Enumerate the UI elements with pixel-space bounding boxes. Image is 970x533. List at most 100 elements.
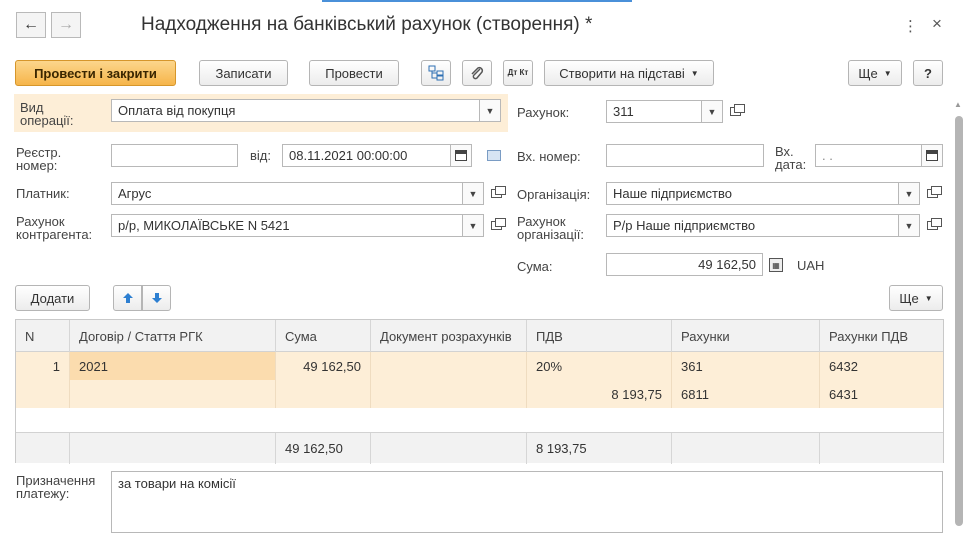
- counterparty-account-dropdown[interactable]: ▼: [462, 214, 484, 237]
- close-icon[interactable]: ×: [932, 14, 942, 34]
- chevron-down-icon: ▼: [883, 68, 892, 78]
- payments-table[interactable]: N Договір / Стаття РГК Сума Документ роз…: [15, 319, 944, 464]
- payer-label: Платник:: [16, 186, 70, 201]
- cell-account[interactable]: 6811: [672, 380, 820, 408]
- incoming-date-label: Вх. дата:: [775, 144, 807, 172]
- payer-field[interactable]: Агрус: [111, 182, 463, 205]
- more-menu-icon[interactable]: ⋮: [903, 17, 918, 35]
- add-row-button[interactable]: Додати: [15, 285, 90, 311]
- col-vat[interactable]: ПДВ: [527, 320, 672, 352]
- incoming-date-field[interactable]: . .: [815, 144, 922, 167]
- organization-dropdown[interactable]: ▼: [898, 182, 920, 205]
- operation-type-dropdown[interactable]: ▼: [479, 99, 501, 122]
- account-field[interactable]: 311: [606, 100, 702, 123]
- open-window-icon: [490, 185, 506, 198]
- move-up-button[interactable]: [113, 285, 142, 311]
- cell-settlement-doc[interactable]: [371, 352, 527, 380]
- save-button[interactable]: Записати: [199, 60, 288, 86]
- open-window-icon: [926, 217, 942, 230]
- table-footer: 49 162,50 8 193,75: [16, 432, 943, 464]
- date-calendar-button[interactable]: [450, 144, 472, 167]
- page-title: Надходження на банківський рахунок (ство…: [141, 14, 593, 35]
- payer-dropdown[interactable]: ▼: [462, 182, 484, 205]
- col-accounts[interactable]: Рахунки: [672, 320, 820, 352]
- operation-type-label: Вид операції:: [20, 100, 74, 128]
- incoming-date-calendar-button[interactable]: [921, 144, 943, 167]
- create-based-on-button[interactable]: Створити на підставі ▼: [544, 60, 714, 86]
- help-button[interactable]: ?: [913, 60, 943, 86]
- chevron-down-icon: ▼: [707, 106, 717, 117]
- table-header: N Договір / Стаття РГК Сума Документ роз…: [16, 320, 943, 352]
- create-based-on-label: Створити на підставі: [559, 65, 685, 81]
- col-contract[interactable]: Договір / Стаття РГК: [70, 320, 276, 352]
- more-button[interactable]: Ще ▼: [848, 60, 902, 86]
- operation-type-field[interactable]: Оплата від покупця: [111, 99, 480, 122]
- cell-contract[interactable]: [70, 380, 276, 408]
- account-dropdown[interactable]: ▼: [701, 100, 723, 123]
- back-button[interactable]: ←: [16, 12, 46, 38]
- col-vat-accounts[interactable]: Рахунки ПДВ: [820, 320, 945, 352]
- incoming-number-field[interactable]: [606, 144, 764, 167]
- sum-field[interactable]: 49 162,50: [606, 253, 763, 276]
- cell-sum[interactable]: [276, 380, 371, 408]
- cell-contract[interactable]: 2021: [70, 352, 276, 380]
- move-down-button[interactable]: [142, 285, 171, 311]
- chevron-down-icon: ▼: [485, 105, 495, 116]
- counterparty-account-label: Рахунок контрагента:: [16, 214, 93, 242]
- footer-empty: [70, 433, 276, 464]
- payment-purpose-textarea[interactable]: за товари на комісії: [111, 471, 943, 533]
- forward-button[interactable]: →: [51, 12, 81, 38]
- col-sum[interactable]: Сума: [276, 320, 371, 352]
- counterparty-account-field[interactable]: р/р, МИКОЛАЇВСЬКЕ N 5421: [111, 214, 463, 237]
- currency-label: UAH: [797, 258, 825, 273]
- cell-sum[interactable]: 49 162,50: [276, 352, 371, 380]
- date-from-label: від:: [250, 148, 271, 163]
- vertical-scrollbar[interactable]: ▲: [952, 98, 966, 528]
- organization-open-button[interactable]: [922, 183, 942, 203]
- date-picker-icon[interactable]: [487, 150, 501, 161]
- cell-account[interactable]: 361: [672, 352, 820, 380]
- org-account-dropdown[interactable]: ▼: [898, 214, 920, 237]
- more-label: Ще: [858, 65, 878, 81]
- org-account-field[interactable]: Р/р Наше підприємство: [606, 214, 899, 237]
- cell-vat-rate[interactable]: 20%: [527, 352, 672, 380]
- footer-empty: [371, 433, 527, 464]
- account-open-button[interactable]: [725, 101, 745, 121]
- table-more-button[interactable]: Ще ▼: [889, 285, 943, 311]
- scroll-up-icon[interactable]: ▲: [954, 100, 962, 109]
- chevron-down-icon: ▼: [924, 293, 933, 303]
- window-top-border: [0, 0, 970, 2]
- col-settlement-doc[interactable]: Документ розрахунків: [371, 320, 527, 352]
- open-window-icon: [729, 103, 745, 116]
- cell-n: 1: [16, 352, 70, 380]
- chevron-down-icon: ▼: [468, 188, 478, 199]
- cell-vat-account[interactable]: 6432: [820, 352, 945, 380]
- payer-open-button[interactable]: [486, 183, 506, 203]
- table-more-label: Ще: [899, 290, 919, 306]
- arrow-down-icon: [151, 293, 162, 303]
- cell-vat-amount[interactable]: 8 193,75: [527, 380, 672, 408]
- incoming-number-label: Вх. номер:: [517, 149, 581, 164]
- col-n[interactable]: N: [16, 320, 70, 352]
- paperclip-icon: [471, 66, 484, 80]
- cell-vat-account[interactable]: 6431: [820, 380, 945, 408]
- date-field[interactable]: 08.11.2021 00:00:00: [282, 144, 451, 167]
- calculator-icon[interactable]: ▦: [769, 258, 783, 272]
- cell-settlement-doc[interactable]: [371, 380, 527, 408]
- attach-button[interactable]: [462, 60, 492, 86]
- footer-empty: [672, 433, 820, 464]
- document-structure-icon: [428, 65, 444, 81]
- dt-kt-button[interactable]: Дт Кт: [503, 60, 533, 86]
- post-button[interactable]: Провести: [309, 60, 399, 86]
- scrollbar-thumb[interactable]: [955, 116, 963, 526]
- footer-sum-total: 49 162,50: [276, 433, 371, 464]
- counterparty-account-open-button[interactable]: [486, 215, 506, 235]
- calendar-icon: [455, 150, 467, 161]
- sum-label: Сума:: [517, 259, 553, 274]
- post-and-close-button[interactable]: Провести і закрити: [15, 60, 176, 86]
- structure-button[interactable]: [421, 60, 451, 86]
- table-row[interactable]: 1 2021 49 162,50 20% 361 6432 8 193,75 6…: [16, 352, 943, 408]
- organization-field[interactable]: Наше підприємство: [606, 182, 899, 205]
- reg-number-field[interactable]: [111, 144, 238, 167]
- org-account-open-button[interactable]: [922, 215, 942, 235]
